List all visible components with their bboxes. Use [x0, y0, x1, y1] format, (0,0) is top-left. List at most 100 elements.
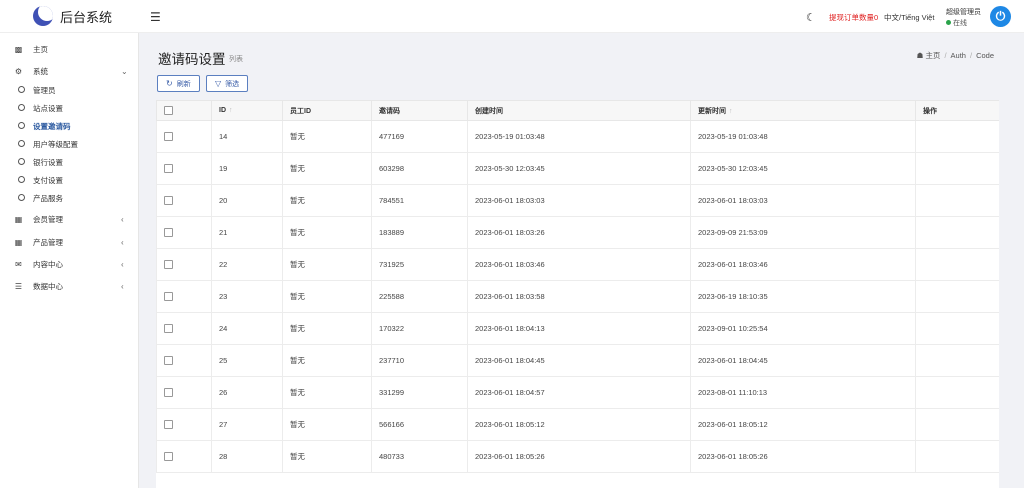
- column-header-id[interactable]: ID ↑: [211, 100, 283, 121]
- cell-actions: [915, 376, 999, 409]
- cell-updated-at: 2023-09-01 10:25:54: [690, 312, 916, 345]
- row-checkbox[interactable]: [156, 248, 212, 281]
- table-row: 20 暂无 784551 2023-06-01 18:03:03 2023-06-01 …: [156, 184, 999, 217]
- sidebar-item-system[interactable]: ⚙ 系统 ⌄: [0, 62, 139, 80]
- sidebar-item-label: 内容中心: [33, 259, 63, 269]
- user-name: 超级管理员: [946, 9, 981, 16]
- cell-invite-code: 183889: [371, 216, 468, 249]
- withdraw-order-count[interactable]: 提现订单数量0: [829, 12, 878, 23]
- row-checkbox[interactable]: [156, 312, 212, 345]
- row-checkbox[interactable]: [156, 376, 212, 409]
- sidebar-item-label: 产品服务: [33, 193, 63, 203]
- table-row: 23 暂无 225588 2023-06-01 18:03:58 2023-06-19 …: [156, 280, 999, 313]
- breadcrumb-code: Code: [976, 51, 994, 60]
- select-all-checkbox[interactable]: [156, 100, 212, 121]
- sidebar-item-site-settings[interactable]: 站点设置: [0, 99, 139, 117]
- sort-icon[interactable]: ↑: [729, 108, 733, 115]
- cell-actions: [915, 344, 999, 377]
- page-subtitle: 列表: [229, 56, 243, 63]
- column-header-invite-code: 邀请码: [371, 100, 468, 121]
- sidebar-item-payment-settings[interactable]: 支付设置: [0, 171, 139, 189]
- logo-icon: [33, 6, 53, 26]
- cell-actions: [915, 152, 999, 185]
- sidebar-item-content[interactable]: ✉ 内容中心 ‹: [0, 255, 139, 273]
- database-icon: ☰: [14, 281, 23, 291]
- gear-icon: ⚙: [14, 66, 23, 76]
- breadcrumb-auth[interactable]: Auth: [951, 51, 966, 60]
- sidebar-item-bank-settings[interactable]: 银行设置: [0, 153, 139, 171]
- cell-invite-code: 225588: [371, 280, 468, 313]
- language-switch[interactable]: 中文/Tiếng Việt: [884, 12, 934, 23]
- grid-icon: ▦: [14, 237, 23, 247]
- cell-employee-id: 暂无: [282, 248, 372, 281]
- menu-toggle-icon[interactable]: ☰: [150, 10, 161, 24]
- cell-actions: [915, 248, 999, 281]
- cell-invite-code: 784551: [371, 184, 468, 217]
- sort-icon[interactable]: ↑: [229, 107, 233, 114]
- sidebar-item-label: 产品管理: [33, 237, 63, 247]
- chevron-left-icon: ‹: [121, 237, 124, 247]
- cell-id: 28: [211, 440, 283, 473]
- sidebar-item-label: 管理员: [33, 85, 56, 95]
- table-row: 22 暂无 731925 2023-06-01 18:03:46 2023-06-01 …: [156, 248, 999, 281]
- filter-button[interactable]: ▽ 筛选: [206, 75, 249, 92]
- cell-invite-code: 331299: [371, 376, 468, 409]
- sidebar-item-home[interactable]: ▩ 主页: [0, 40, 139, 58]
- cell-employee-id: 暂无: [282, 184, 372, 217]
- refresh-button[interactable]: ↻ 刷新: [157, 75, 200, 92]
- sidebar-item-admin[interactable]: 管理员: [0, 81, 139, 99]
- cell-updated-at: 2023-06-19 18:10:35: [690, 280, 916, 313]
- sidebar-item-user-level[interactable]: 用户等级配置: [0, 135, 139, 153]
- row-checkbox[interactable]: [156, 120, 212, 153]
- cell-updated-at: 2023-08-01 11:10:13: [690, 376, 916, 409]
- cell-employee-id: 暂无: [282, 408, 372, 441]
- row-checkbox[interactable]: [156, 408, 212, 441]
- cell-id: 22: [211, 248, 283, 281]
- chat-icon: ✉: [15, 259, 22, 269]
- row-checkbox[interactable]: [156, 184, 212, 217]
- circle-icon: [16, 139, 27, 149]
- cell-employee-id: 暂无: [282, 216, 372, 249]
- sidebar-item-data[interactable]: ☰ 数据中心 ‹: [0, 277, 139, 295]
- chevron-left-icon: ‹: [121, 214, 124, 224]
- table-row: 25 暂无 237710 2023-06-01 18:04:45 2023-06-01 …: [156, 344, 999, 377]
- chevron-down-icon: ⌄: [121, 66, 128, 76]
- cell-updated-at: 2023-05-19 01:03:48: [690, 120, 916, 153]
- top-bar: 后台系统 ☰ ☾ 提现订单数量0 中文/Tiếng Việt 超级管理员 在线 …: [0, 0, 1024, 33]
- circle-icon: [16, 175, 27, 185]
- cell-employee-id: 暂无: [282, 344, 372, 377]
- circle-icon: [16, 121, 27, 131]
- sidebar-item-product-service[interactable]: 产品服务: [0, 189, 139, 207]
- power-icon[interactable]: ⏻: [990, 6, 1011, 27]
- cell-created-at: 2023-06-01 18:04:57: [467, 376, 691, 409]
- cell-actions: [915, 216, 999, 249]
- cell-id: 14: [211, 120, 283, 153]
- id-card-icon: ▦: [14, 214, 23, 224]
- column-header-updated-at[interactable]: 更新时间 ↑: [690, 100, 916, 121]
- cell-employee-id: 暂无: [282, 152, 372, 185]
- row-checkbox[interactable]: [156, 280, 212, 313]
- table-row: 27 暂无 566166 2023-06-01 18:05:12 2023-06-01 …: [156, 408, 999, 441]
- sidebar-item-products[interactable]: ▦ 产品管理 ‹: [0, 233, 139, 251]
- row-checkbox[interactable]: [156, 344, 212, 377]
- breadcrumb-home[interactable]: 主页: [925, 51, 940, 60]
- dark-mode-icon[interactable]: ☾: [806, 11, 816, 24]
- row-checkbox[interactable]: [156, 216, 212, 249]
- user-info[interactable]: 超级管理员 在线: [946, 7, 981, 29]
- cell-updated-at: 2023-06-01 18:04:45: [690, 344, 916, 377]
- filter-icon: ▽: [215, 79, 222, 88]
- cell-invite-code: 731925: [371, 248, 468, 281]
- column-header-actions: 操作: [915, 100, 999, 121]
- cell-actions: [915, 120, 999, 153]
- row-checkbox[interactable]: [156, 152, 212, 185]
- cell-created-at: 2023-05-30 12:03:45: [467, 152, 691, 185]
- sidebar-item-invite-code[interactable]: 设置邀请码: [0, 117, 139, 135]
- circle-icon: [16, 103, 27, 113]
- app-logo[interactable]: 后台系统: [33, 6, 112, 26]
- cell-invite-code: 477169: [371, 120, 468, 153]
- table-row: 19 暂无 603298 2023-05-30 12:03:45 2023-05-30 …: [156, 152, 999, 185]
- sidebar-item-label: 支付设置: [33, 175, 63, 185]
- filter-label: 筛选: [225, 80, 240, 88]
- sidebar-item-members[interactable]: ▦ 会员管理 ‹: [0, 210, 139, 228]
- row-checkbox[interactable]: [156, 440, 212, 473]
